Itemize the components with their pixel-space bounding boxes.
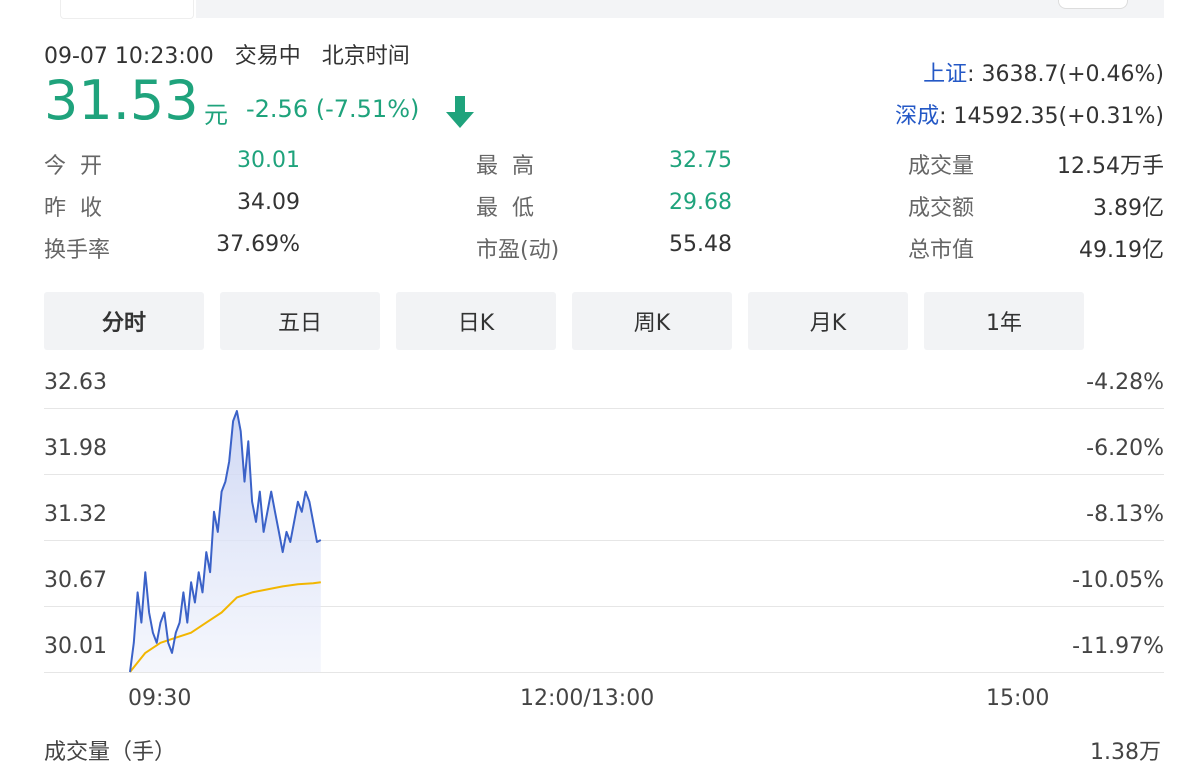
x-tick-label: 12:00/13:00 <box>520 686 655 711</box>
x-tick-label: 15:00 <box>986 686 1050 711</box>
volume-max-label: 1.38万 <box>1090 740 1161 765</box>
volume-section-label: 成交量（手） <box>44 740 177 765</box>
x-tick-label: 09:30 <box>128 686 192 711</box>
intraday-chart[interactable] <box>0 0 1204 774</box>
